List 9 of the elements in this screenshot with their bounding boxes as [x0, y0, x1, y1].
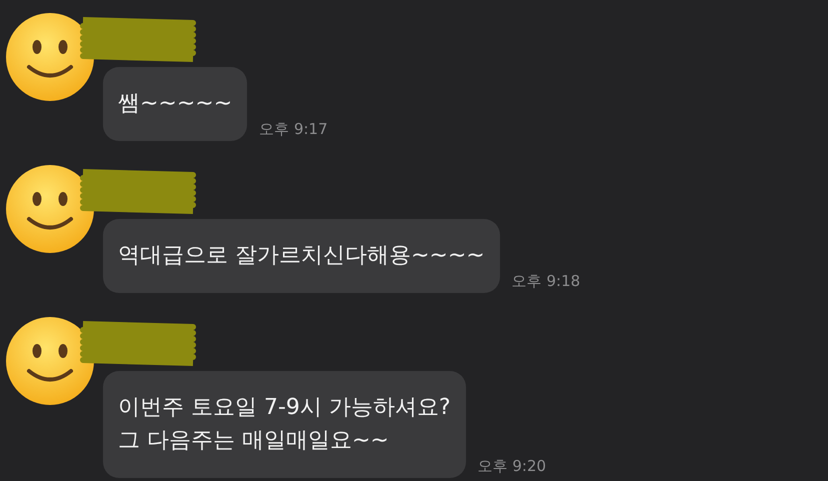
- message-time: 오후 9:20: [478, 457, 546, 476]
- message-bubble: 역대급으로 잘가르치신다해용~~~~: [103, 219, 500, 293]
- smiley-icon: [5, 316, 95, 406]
- smiley-icon: [5, 164, 95, 254]
- smiley-icon: [5, 12, 95, 102]
- message-time: 오후 9:17: [259, 120, 328, 139]
- message-time: 오후 9:18: [512, 272, 580, 291]
- message-bubble: 쌤~~~~~: [103, 67, 248, 141]
- message-bubble: 이번주 토요일 7-9시 가능하셔요? 그 다음주는 매일매일요~~: [103, 371, 466, 478]
